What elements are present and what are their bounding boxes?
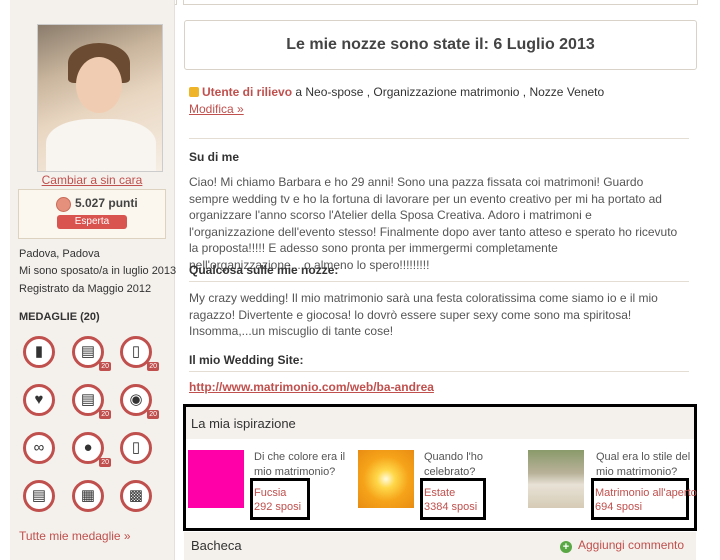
medal-glyph: ▦ xyxy=(80,487,96,504)
medal-glyph: ▤ xyxy=(31,487,47,504)
inspiration-count[interactable]: 694 sposi xyxy=(595,500,642,514)
photo-dress xyxy=(46,119,156,171)
film-icon[interactable]: ▩ xyxy=(120,480,152,512)
profile-location: Padova, Padova xyxy=(19,248,100,260)
clapperboard-icon[interactable]: ▦ xyxy=(72,480,104,512)
site-title: Il mio Wedding Site: xyxy=(189,353,304,367)
medal-count-badge: 20 xyxy=(99,458,111,467)
about-title: Su di me xyxy=(189,150,240,164)
medal-glyph: ∞ xyxy=(33,439,45,456)
add-comment-label: Aggiungi commento xyxy=(578,538,685,552)
profile-photo[interactable] xyxy=(37,24,163,172)
medal-count-badge: 20 xyxy=(147,362,159,371)
sun-image[interactable] xyxy=(358,450,414,508)
cake-icon[interactable]: ▮ xyxy=(23,336,55,368)
profile-married-date: Mi sono sposato/a in luglio 2013 xyxy=(19,265,177,277)
change-face-link[interactable]: Cambiar a sin cara xyxy=(10,173,174,187)
featured-star-icon xyxy=(189,87,199,97)
wedding-site-link[interactable]: http://www.matrimonio.com/web/ba-andrea xyxy=(189,380,434,394)
inspiration-answer[interactable]: Estate xyxy=(424,486,455,500)
inspiration-title: La mia ispirazione xyxy=(191,416,296,431)
camera-icon[interactable]: ◉ 20 xyxy=(120,384,159,419)
inspiration-question: Quando l'ho celebrato? xyxy=(424,451,483,478)
medal-glyph: ▯ xyxy=(131,439,141,456)
profile-registered: Registrato da Maggio 2012 xyxy=(19,283,152,295)
medal-glyph: ♥ xyxy=(34,391,44,408)
inspiration-question: Qual era lo stile del mio matrimonio? xyxy=(596,451,691,478)
inspiration-question: Di che colore era il mio matrimonio? xyxy=(254,451,346,478)
wall-title: Bacheca xyxy=(191,538,242,553)
phone-icon[interactable]: ▯ 20 xyxy=(120,336,159,371)
medal-glyph: ▤ xyxy=(80,343,96,360)
wedding-date-title: Le mie nozze sono state il: 6 Luglio 201… xyxy=(184,20,697,70)
plus-icon: + xyxy=(560,541,572,553)
divider xyxy=(189,281,689,282)
divider xyxy=(189,138,689,139)
add-comment-button[interactable]: + Aggiungi commento xyxy=(560,538,684,553)
main-top-edge xyxy=(183,0,698,5)
inspiration-answer[interactable]: Fucsia xyxy=(254,486,286,500)
medal-glyph: ● xyxy=(83,439,93,456)
medals-title: MEDAGLIE (20) xyxy=(19,311,100,323)
medal-glyph: ▮ xyxy=(34,343,44,360)
calendar-icon[interactable]: ▤ 20 xyxy=(72,336,111,371)
heart-icon[interactable]: ♥ xyxy=(23,384,55,416)
featured-communities: a Neo-spose , Organizzazione matrimonio … xyxy=(292,85,605,99)
calendar-icon[interactable]: ▤ 20 xyxy=(72,384,111,419)
medal-count-badge: 20 xyxy=(99,362,111,371)
glasses-icon[interactable]: ∞ xyxy=(23,432,55,464)
medal-glyph: ▯ xyxy=(131,343,141,360)
wedding-text: My crazy wedding! Il mio matrimonio sarà… xyxy=(189,291,658,338)
inspiration-count[interactable]: 292 sposi xyxy=(254,500,301,514)
outdoor-wedding-image[interactable] xyxy=(528,450,584,508)
all-medals-link[interactable]: Tutte mie medaglie » xyxy=(19,529,131,543)
wedding-section-title: Qualcosa sulle mie nozze: xyxy=(189,263,339,277)
featured-user-line: Utente di rilievo a Neo-spose , Organizz… xyxy=(189,85,604,99)
photo-face xyxy=(76,57,122,113)
phone-icon[interactable]: ▯ xyxy=(120,432,152,464)
about-text: Ciao! Mi chiamo Barbara e ho 29 anni! So… xyxy=(189,175,678,272)
calendar-icon[interactable]: ▤ xyxy=(23,480,55,512)
featured-user-label[interactable]: Utente di rilievo xyxy=(202,85,292,99)
inspiration-answer[interactable]: Matrimonio all'aperto xyxy=(595,486,697,500)
points-box: 5.027 punti Esperta xyxy=(18,189,166,239)
divider xyxy=(189,371,689,372)
points-value: 5.027 punti xyxy=(75,196,138,210)
chat-bubble-icon[interactable]: ● 20 xyxy=(72,432,111,467)
inspiration-count[interactable]: 3384 sposi xyxy=(424,500,477,514)
medal-glyph: ▤ xyxy=(80,391,96,408)
rank-badge: Esperta xyxy=(57,215,127,229)
edit-link[interactable]: Modifica » xyxy=(189,102,244,116)
points-coin-icon xyxy=(56,197,71,212)
color-swatch-image[interactable] xyxy=(188,450,244,508)
medal-count-badge: 20 xyxy=(99,410,111,419)
medal-glyph: ◉ xyxy=(129,391,143,408)
medal-glyph: ▩ xyxy=(128,487,144,504)
medal-count-badge: 20 xyxy=(147,410,159,419)
